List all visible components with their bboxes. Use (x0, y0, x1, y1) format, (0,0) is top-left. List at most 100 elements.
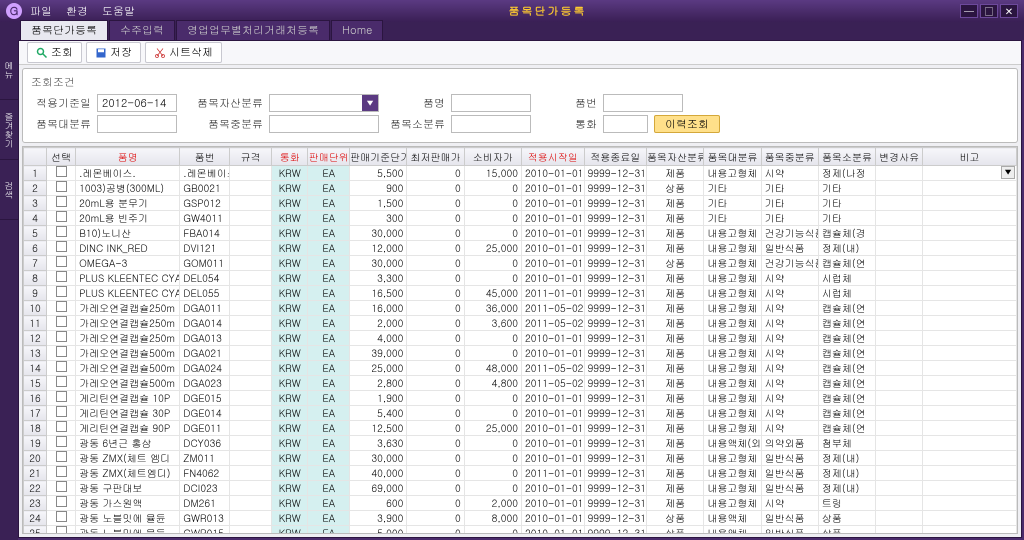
col-header-10[interactable]: 적용종료일 (584, 148, 647, 166)
cell-select[interactable] (46, 286, 75, 301)
close-button[interactable]: ✕ (1000, 4, 1018, 18)
input-item-name[interactable] (451, 94, 531, 112)
cell[interactable]: 기타 (761, 211, 818, 226)
table-row[interactable]: 6DINC INK_REDDVI121KRWEA12,000025,000201… (24, 241, 1017, 256)
cell[interactable]: EA (308, 211, 350, 226)
cell[interactable]: 캡슐체(연 (818, 301, 875, 316)
cell[interactable]: 일반식품 (761, 241, 818, 256)
cell[interactable]: 2010-01-01 (521, 421, 584, 436)
cell[interactable]: EA (308, 226, 350, 241)
cell[interactable]: 제품 (647, 286, 704, 301)
cell[interactable] (876, 361, 923, 376)
checkbox[interactable] (56, 241, 67, 252)
sidebar-favorite[interactable]: 즐겨찾기 (0, 100, 18, 160)
cell[interactable]: 0 (407, 241, 464, 256)
cell[interactable]: 2010-01-01 (521, 406, 584, 421)
cell[interactable]: DEL055 (180, 286, 230, 301)
cell[interactable]: 4,800 (464, 376, 521, 391)
cell[interactable] (230, 271, 272, 286)
cell-select[interactable] (46, 466, 75, 481)
cell[interactable]: 0 (464, 331, 521, 346)
cell[interactable]: EA (308, 466, 350, 481)
checkbox[interactable] (56, 301, 67, 312)
cell[interactable]: 제품 (647, 496, 704, 511)
cell[interactable]: 9999-12-31 (584, 376, 647, 391)
cell[interactable] (230, 346, 272, 361)
cell[interactable]: 0 (407, 436, 464, 451)
table-row[interactable]: 12가레오연결캡슐250mDGA013KRWEA4,000002010-01-0… (24, 331, 1017, 346)
cell[interactable]: 기타 (761, 181, 818, 196)
cell[interactable] (230, 361, 272, 376)
checkbox[interactable] (56, 196, 67, 207)
cell[interactable]: 시약 (761, 331, 818, 346)
input-item-no[interactable] (603, 94, 683, 112)
cell[interactable]: EA (308, 511, 350, 526)
cell[interactable]: 0 (407, 496, 464, 511)
cell[interactable]: 9999-12-31 (584, 331, 647, 346)
cell-select[interactable] (46, 196, 75, 211)
cell[interactable]: 9999-12-31 (584, 271, 647, 286)
cell[interactable]: DGA014 (180, 316, 230, 331)
cell[interactable]: ZM011 (180, 451, 230, 466)
cell[interactable]: 시약 (761, 406, 818, 421)
cell[interactable]: 4,000 (350, 331, 407, 346)
delete-sheet-button[interactable]: 시트삭제 (145, 42, 222, 63)
table-row[interactable]: 9PLUS KLEENTEC CYANDEL055KRWEA16,500045,… (24, 286, 1017, 301)
cell[interactable]: 2010-01-01 (521, 481, 584, 496)
cell[interactable]: 건강기능식품 (761, 256, 818, 271)
cell[interactable]: 0 (464, 256, 521, 271)
tab-biz-partner[interactable]: 영업업무별처리거래처등록 (176, 20, 330, 40)
cell[interactable] (230, 301, 272, 316)
cell[interactable]: 0 (464, 181, 521, 196)
cell[interactable]: 제품 (647, 226, 704, 241)
cell[interactable]: 광동 가스원액 (76, 496, 180, 511)
cell[interactable]: 캡슐체(연 (818, 421, 875, 436)
cell[interactable] (876, 511, 923, 526)
cell[interactable]: DGA021 (180, 346, 230, 361)
cell[interactable]: 9999-12-31 (584, 436, 647, 451)
checkbox[interactable] (56, 286, 67, 297)
cell[interactable]: 제품 (647, 271, 704, 286)
cell[interactable]: KRW (271, 421, 307, 436)
cell[interactable]: 제품 (647, 301, 704, 316)
cell[interactable]: EA (308, 421, 350, 436)
cell[interactable]: 5,400 (350, 406, 407, 421)
cell[interactable]: 36,000 (464, 301, 521, 316)
cell[interactable]: 상품 (818, 511, 875, 526)
cell[interactable]: 내용고형체 (704, 451, 761, 466)
checkbox[interactable] (56, 376, 67, 387)
cell-select[interactable] (46, 451, 75, 466)
cell[interactable]: KRW (271, 286, 307, 301)
checkbox[interactable] (56, 496, 67, 507)
cell[interactable]: 제품 (647, 211, 704, 226)
col-header-14[interactable]: 품목소분류 (818, 148, 875, 166)
cell[interactable] (230, 241, 272, 256)
col-header-7[interactable]: 최저판매가 (407, 148, 464, 166)
cell[interactable]: 제품 (647, 361, 704, 376)
cell[interactable]: 0 (407, 376, 464, 391)
cell[interactable]: 8,000 (464, 511, 521, 526)
cell-select[interactable] (46, 331, 75, 346)
cell[interactable] (876, 286, 923, 301)
cell[interactable] (923, 241, 1017, 256)
table-row[interactable]: 5B10)노니산FBA014KRWEA30,000002010-01-01999… (24, 226, 1017, 241)
cell-select[interactable] (46, 256, 75, 271)
cell-select[interactable] (46, 406, 75, 421)
table-row[interactable]: 15가레오연결캡슐500mDGA023KRWEA2,80004,8002011-… (24, 376, 1017, 391)
cell[interactable] (923, 286, 1017, 301)
cell[interactable] (876, 391, 923, 406)
cell[interactable]: 300 (350, 211, 407, 226)
cell[interactable]: 0 (407, 451, 464, 466)
data-grid[interactable]: 선택품명품번규격통화판매단위판매기준단가최저판매가소비자가적용시작일적용종료일품… (23, 147, 1017, 534)
cell[interactable] (923, 526, 1017, 535)
cell-select[interactable] (46, 346, 75, 361)
cell[interactable]: 9999-12-31 (584, 481, 647, 496)
checkbox[interactable] (56, 166, 67, 177)
cell[interactable]: 상품 (647, 256, 704, 271)
cell[interactable]: 20mL용 분무기 (76, 196, 180, 211)
cell[interactable]: 시약 (761, 391, 818, 406)
cell[interactable]: 제품 (647, 166, 704, 181)
cell[interactable] (923, 391, 1017, 406)
cell[interactable]: EA (308, 271, 350, 286)
cell-select[interactable] (46, 526, 75, 535)
